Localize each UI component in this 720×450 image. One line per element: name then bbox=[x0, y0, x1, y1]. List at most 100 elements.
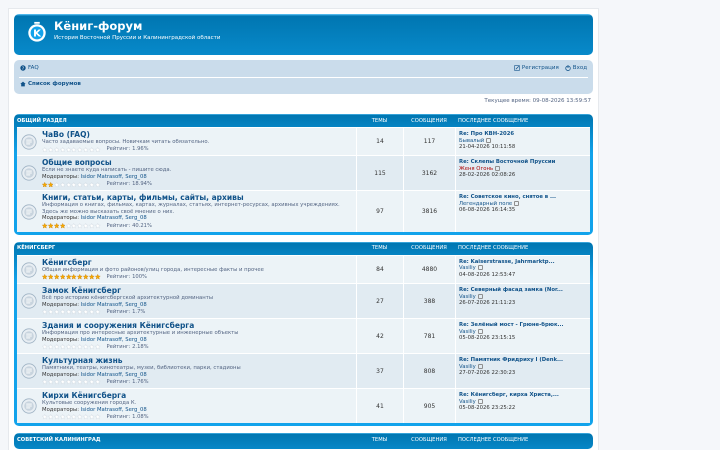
last-post-author[interactable]: Легендарный поле bbox=[459, 201, 512, 207]
star-filled-icon bbox=[42, 274, 48, 280]
moderators-label: Модераторы: bbox=[42, 336, 81, 343]
star-empty-icon bbox=[53, 181, 60, 188]
star-filled-icon bbox=[71, 274, 77, 280]
last-post-author[interactable]: Vasiliy bbox=[459, 364, 476, 370]
star-empty-icon bbox=[89, 379, 95, 385]
login-link[interactable]: Вход bbox=[565, 65, 587, 71]
view-latest-post-icon[interactable] bbox=[495, 165, 501, 171]
breadcrumb[interactable]: Список форумов bbox=[20, 81, 81, 87]
moderator-links[interactable]: Isidor Matrasoff, Serg_08 bbox=[81, 302, 147, 308]
forum-read-icon bbox=[21, 398, 37, 414]
faq-link[interactable]: ? FAQ bbox=[20, 65, 39, 71]
forum-rating: Рейтинг: 1.76% bbox=[42, 378, 356, 386]
star-empty-icon bbox=[71, 181, 77, 188]
star-empty-icon bbox=[47, 344, 54, 350]
last-post-column-header: ПОСЛЕДНЕЕ СООБЩЕНИЕ bbox=[458, 245, 529, 252]
forum-read-icon bbox=[21, 134, 37, 150]
last-post-author[interactable]: Vasiliy bbox=[459, 329, 476, 335]
forum-rating: Рейтинг: 18.94% bbox=[42, 180, 356, 188]
star-empty-icon bbox=[53, 344, 60, 350]
category-name[interactable]: ОБЩИЙ РАЗДЕЛ bbox=[17, 118, 356, 124]
register-label: Регистрация bbox=[521, 65, 559, 71]
topic-count: 27 bbox=[356, 284, 403, 319]
post-count: 781 bbox=[403, 319, 455, 354]
last-post-author[interactable]: Женя Огонь bbox=[459, 166, 493, 172]
forum-title[interactable]: Кирхи Кёнигсберга bbox=[42, 391, 356, 400]
star-empty-icon bbox=[83, 414, 89, 420]
rating-text: Рейтинг: 1.96% bbox=[106, 146, 149, 153]
rating-stars bbox=[42, 274, 101, 280]
last-post-author[interactable]: Vasiliy bbox=[459, 265, 476, 271]
last-post-date: 05-08-2026 23:25:22 bbox=[459, 405, 516, 412]
forum-title[interactable]: Книги, статьи, карты, фильмы, сайты, арх… bbox=[42, 193, 356, 202]
register-link[interactable]: Регистрация bbox=[514, 65, 559, 71]
forum-title[interactable]: Здания и сооружения Кёнигсберга bbox=[42, 321, 356, 330]
view-latest-post-icon[interactable] bbox=[477, 265, 483, 271]
view-latest-post-icon[interactable] bbox=[477, 328, 483, 334]
forum-title[interactable]: ЧаВо (FAQ) bbox=[42, 130, 356, 139]
star-empty-icon bbox=[42, 146, 48, 153]
forum-title[interactable]: Замок Кёнигсберг bbox=[42, 286, 356, 295]
star-empty-icon bbox=[95, 379, 101, 385]
star-empty-icon bbox=[65, 309, 72, 315]
star-empty-icon bbox=[95, 146, 101, 153]
topic-count: 97 bbox=[356, 191, 403, 232]
view-latest-post-icon[interactable] bbox=[477, 293, 483, 299]
moderator-links[interactable]: Isidor Matrasoff, Serg_08 bbox=[81, 337, 147, 343]
breadcrumb-label: Список форумов bbox=[28, 81, 81, 87]
forum-title[interactable]: Общие вопросы bbox=[42, 158, 356, 167]
moderator-links[interactable]: Isidor Matrasoff, Serg_08 bbox=[81, 215, 147, 221]
forum-rating: Рейтинг: 1.08% bbox=[42, 413, 356, 421]
star-empty-icon bbox=[77, 181, 83, 188]
rating-text: Рейтинг: 2.18% bbox=[106, 344, 149, 351]
forum-rating: Рейтинг: 2.18% bbox=[42, 343, 356, 351]
posts-column-header: СООБЩЕНИЯ bbox=[411, 117, 447, 124]
rating-text: Рейтинг: 1.76% bbox=[106, 379, 149, 386]
forum-title[interactable]: Кёнигсберг bbox=[42, 258, 356, 267]
view-latest-post-icon[interactable] bbox=[477, 363, 483, 369]
forum-list: ОБЩИЙ РАЗДЕЛ ТЕМЫ СООБЩЕНИЯ ПОСЛЕДНЕЕ СООБЩ… bbox=[14, 114, 593, 450]
forum-title[interactable]: Культурная жизнь bbox=[42, 356, 356, 365]
star-filled-icon bbox=[77, 274, 83, 280]
star-empty-icon bbox=[71, 414, 77, 420]
star-empty-icon bbox=[89, 223, 95, 229]
forum-category: ОБЩИЙ РАЗДЕЛ ТЕМЫ СООБЩЕНИЯ ПОСЛЕДНЕЕ СООБЩ… bbox=[14, 114, 593, 235]
view-latest-post-icon[interactable] bbox=[477, 398, 483, 404]
forum-info: Кирхи Кёнигсберга Культовые сооружения го… bbox=[17, 389, 356, 423]
moderator-links[interactable]: Isidor Matrasoff, Serg_08 bbox=[81, 174, 147, 180]
home-icon bbox=[20, 81, 26, 87]
svg-text:K: K bbox=[33, 29, 42, 40]
star-empty-icon bbox=[42, 344, 48, 350]
star-empty-icon bbox=[89, 414, 95, 420]
last-post: Re: Про КВН-2026 Бывалый 21-04-2026 10:11:… bbox=[455, 128, 590, 156]
last-post-date: 04-08-2026 12:53:47 bbox=[459, 271, 516, 278]
last-post-date: 21-04-2026 10:11:58 bbox=[459, 144, 516, 150]
rating-text: Рейтинг: 1.7% bbox=[106, 309, 146, 316]
view-latest-post-icon[interactable] bbox=[514, 200, 520, 206]
moderators-label: Модераторы: bbox=[42, 301, 81, 308]
forum-rating: Рейтинг: 40.21% bbox=[42, 222, 356, 230]
category-name[interactable]: СОВЕТСКИЙ КАЛИНИНГРАД bbox=[17, 437, 356, 443]
moderator-links[interactable]: Isidor Matrasoff, Serg_08 bbox=[81, 372, 147, 378]
star-filled-icon bbox=[47, 223, 54, 229]
forum-info: Здания и сооружения Кёнигсберга Информаци… bbox=[17, 319, 356, 353]
last-post-author[interactable]: Бывалый bbox=[459, 138, 484, 144]
site-logo-icon[interactable]: K bbox=[26, 21, 48, 43]
login-label: Вход bbox=[572, 65, 587, 71]
star-empty-icon bbox=[89, 181, 95, 188]
rating-stars bbox=[42, 146, 101, 153]
star-empty-icon bbox=[77, 223, 83, 229]
moderator-links[interactable]: Isidor Matrasoff, Serg_08 bbox=[81, 407, 147, 413]
svg-text:?: ? bbox=[22, 66, 24, 71]
last-post-author[interactable]: Vasiliy bbox=[459, 294, 476, 300]
forum-info: Культурная жизнь Памятники, театры, кинот… bbox=[17, 354, 356, 388]
site-title[interactable]: Кёниг-форум bbox=[54, 19, 142, 33]
header-bar: K Кёниг-форум История Восточной Пруссии … bbox=[14, 14, 593, 55]
forum-read-icon bbox=[21, 363, 37, 379]
navbar: ? FAQ Регистрация Вход Список форумов bbox=[14, 60, 593, 94]
last-post: Re: Кёнигсберг, кирха Христа,... Vasiliy 0… bbox=[455, 389, 590, 424]
forum-read-icon bbox=[21, 261, 37, 278]
last-post-author[interactable]: Vasiliy bbox=[459, 399, 476, 405]
category-name[interactable]: КЁНИГСБЕРГ bbox=[17, 245, 356, 251]
view-latest-post-icon[interactable] bbox=[486, 137, 492, 143]
